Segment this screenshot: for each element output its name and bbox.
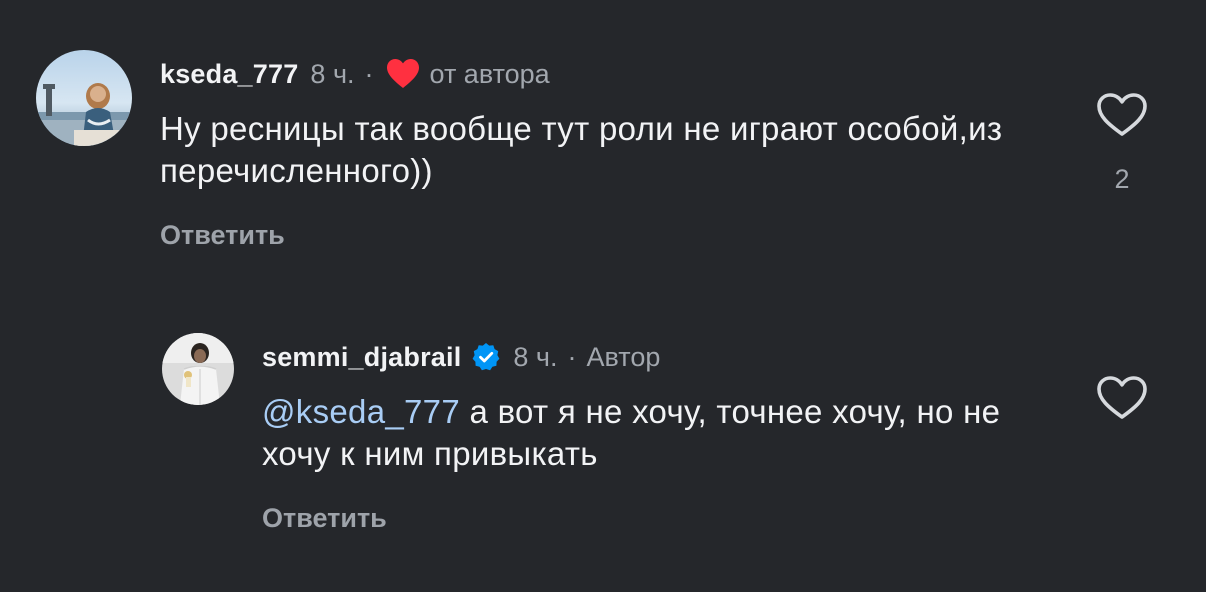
reply-button[interactable]: Ответить xyxy=(262,503,387,534)
separator-dot: · xyxy=(567,341,577,372)
comment-kseda: kseda_777 8 ч. · от автора Ну ресницы та… xyxy=(36,50,1206,260)
separator-dot: · xyxy=(364,58,374,89)
comment-text: @kseda_777 а вот я не хочу, точнее хочу,… xyxy=(262,391,1062,475)
timestamp: 8 ч. xyxy=(310,58,355,89)
comment-body: semmi_djabrail 8 ч. · Автор @kseda_777 а… xyxy=(262,339,1062,534)
timestamp: 8 ч. xyxy=(513,341,558,372)
heart-filled-icon xyxy=(386,58,420,90)
reply-comment-semmi: semmi_djabrail 8 ч. · Автор @kseda_777 а… xyxy=(162,333,1206,543)
reply-button[interactable]: Ответить xyxy=(160,220,285,251)
avatar-semmi[interactable] xyxy=(162,333,234,405)
heart-outline-icon[interactable] xyxy=(1096,375,1148,421)
comment-meta: semmi_djabrail 8 ч. · Автор xyxy=(262,339,1062,375)
like-column xyxy=(1092,375,1152,421)
mention-link[interactable]: @kseda_777 xyxy=(262,393,460,430)
heart-outline-icon[interactable] xyxy=(1096,92,1148,138)
avatar-kseda[interactable] xyxy=(36,50,132,146)
like-count: 2 xyxy=(1114,164,1130,194)
comment-meta: kseda_777 8 ч. · от автора xyxy=(160,56,1060,92)
author-like-label: от автора xyxy=(429,58,550,89)
username[interactable]: kseda_777 xyxy=(160,59,298,90)
verified-badge-icon xyxy=(471,342,501,372)
like-column: 2 xyxy=(1092,92,1152,195)
comment-body: kseda_777 8 ч. · от автора Ну ресницы та… xyxy=(160,56,1060,251)
author-badge: Автор xyxy=(586,341,661,372)
comment-text: Ну ресницы так вообще тут роли не играют… xyxy=(160,110,1003,189)
username[interactable]: semmi_djabrail xyxy=(262,342,461,373)
